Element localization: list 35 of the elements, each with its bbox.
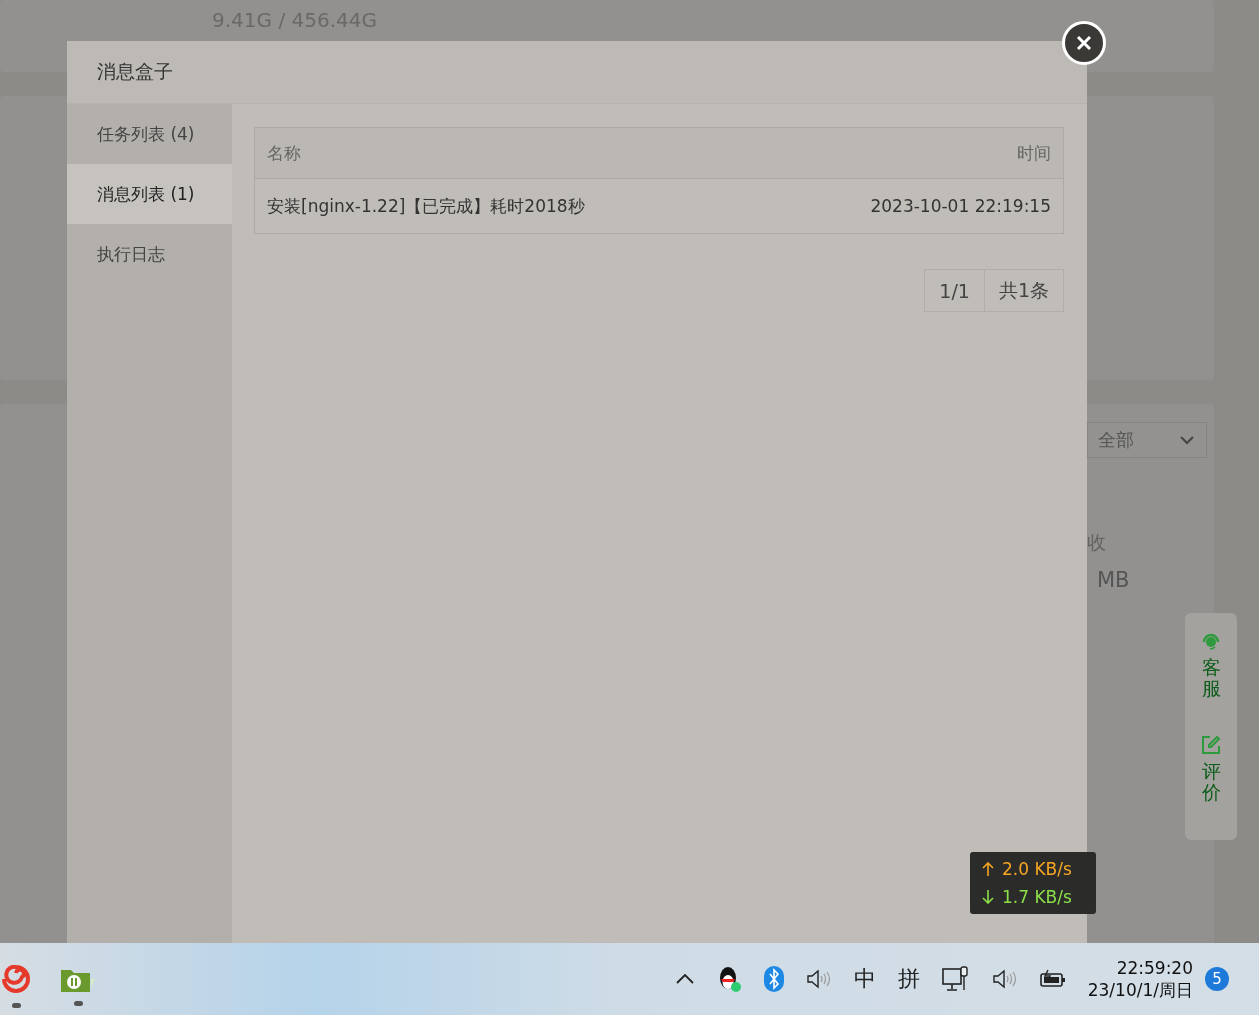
arrow-up-icon [982, 862, 994, 876]
sidebar-tab[interactable]: 执行日志 [67, 224, 232, 284]
arrow-down-icon [982, 890, 994, 904]
page-indicator: 1/1 [924, 269, 985, 312]
swirl-app-icon[interactable] [0, 964, 32, 995]
headset-icon [1201, 631, 1221, 651]
sidebar-tab[interactable]: 消息列表 (1) [67, 164, 232, 224]
value-fragment: MB [1097, 568, 1130, 592]
network-monitor-icon[interactable] [941, 966, 970, 992]
input-mode-indicator[interactable]: 中 [853, 964, 876, 994]
edit-icon [1201, 734, 1221, 755]
speaker-icon[interactable] [805, 968, 832, 990]
chevron-up-icon[interactable] [675, 974, 694, 984]
notification-badge[interactable]: 5 [1205, 967, 1229, 991]
table-cell: 安装[nginx-1.22]【已完成】耗时2018秒 [267, 194, 585, 218]
upload-speed: 2.0 KB/s [1002, 859, 1072, 879]
column-header: 时间 [1017, 141, 1051, 165]
dialog-title: 消息盒子 [97, 59, 173, 84]
column-header: 名称 [267, 141, 301, 165]
chevron-down-icon [1180, 435, 1194, 445]
sidebar-tab[interactable]: 任务列表 (4) [67, 104, 232, 164]
clock[interactable]: 22:59:20 23/10/1/周日 [1087, 956, 1193, 1002]
close-icon [1076, 35, 1092, 51]
table-cell: 2023-10-01 22:19:15 [870, 196, 1051, 216]
filter-select[interactable]: 全部 [1087, 422, 1207, 458]
running-indicator [11, 1002, 21, 1008]
input-method-indicator[interactable]: 拼 [897, 964, 920, 994]
side-tool-button[interactable]: 评价 [1201, 734, 1221, 803]
bluetooth-icon[interactable] [763, 966, 784, 992]
side-tool-button[interactable]: 客服 [1201, 631, 1221, 699]
total-count: 共1条 [984, 269, 1064, 312]
speaker-icon[interactable] [991, 968, 1018, 990]
running-indicator [73, 1000, 83, 1006]
download-speed: 1.7 KB/s [1002, 887, 1072, 907]
battery-charging-icon[interactable] [1039, 969, 1066, 989]
